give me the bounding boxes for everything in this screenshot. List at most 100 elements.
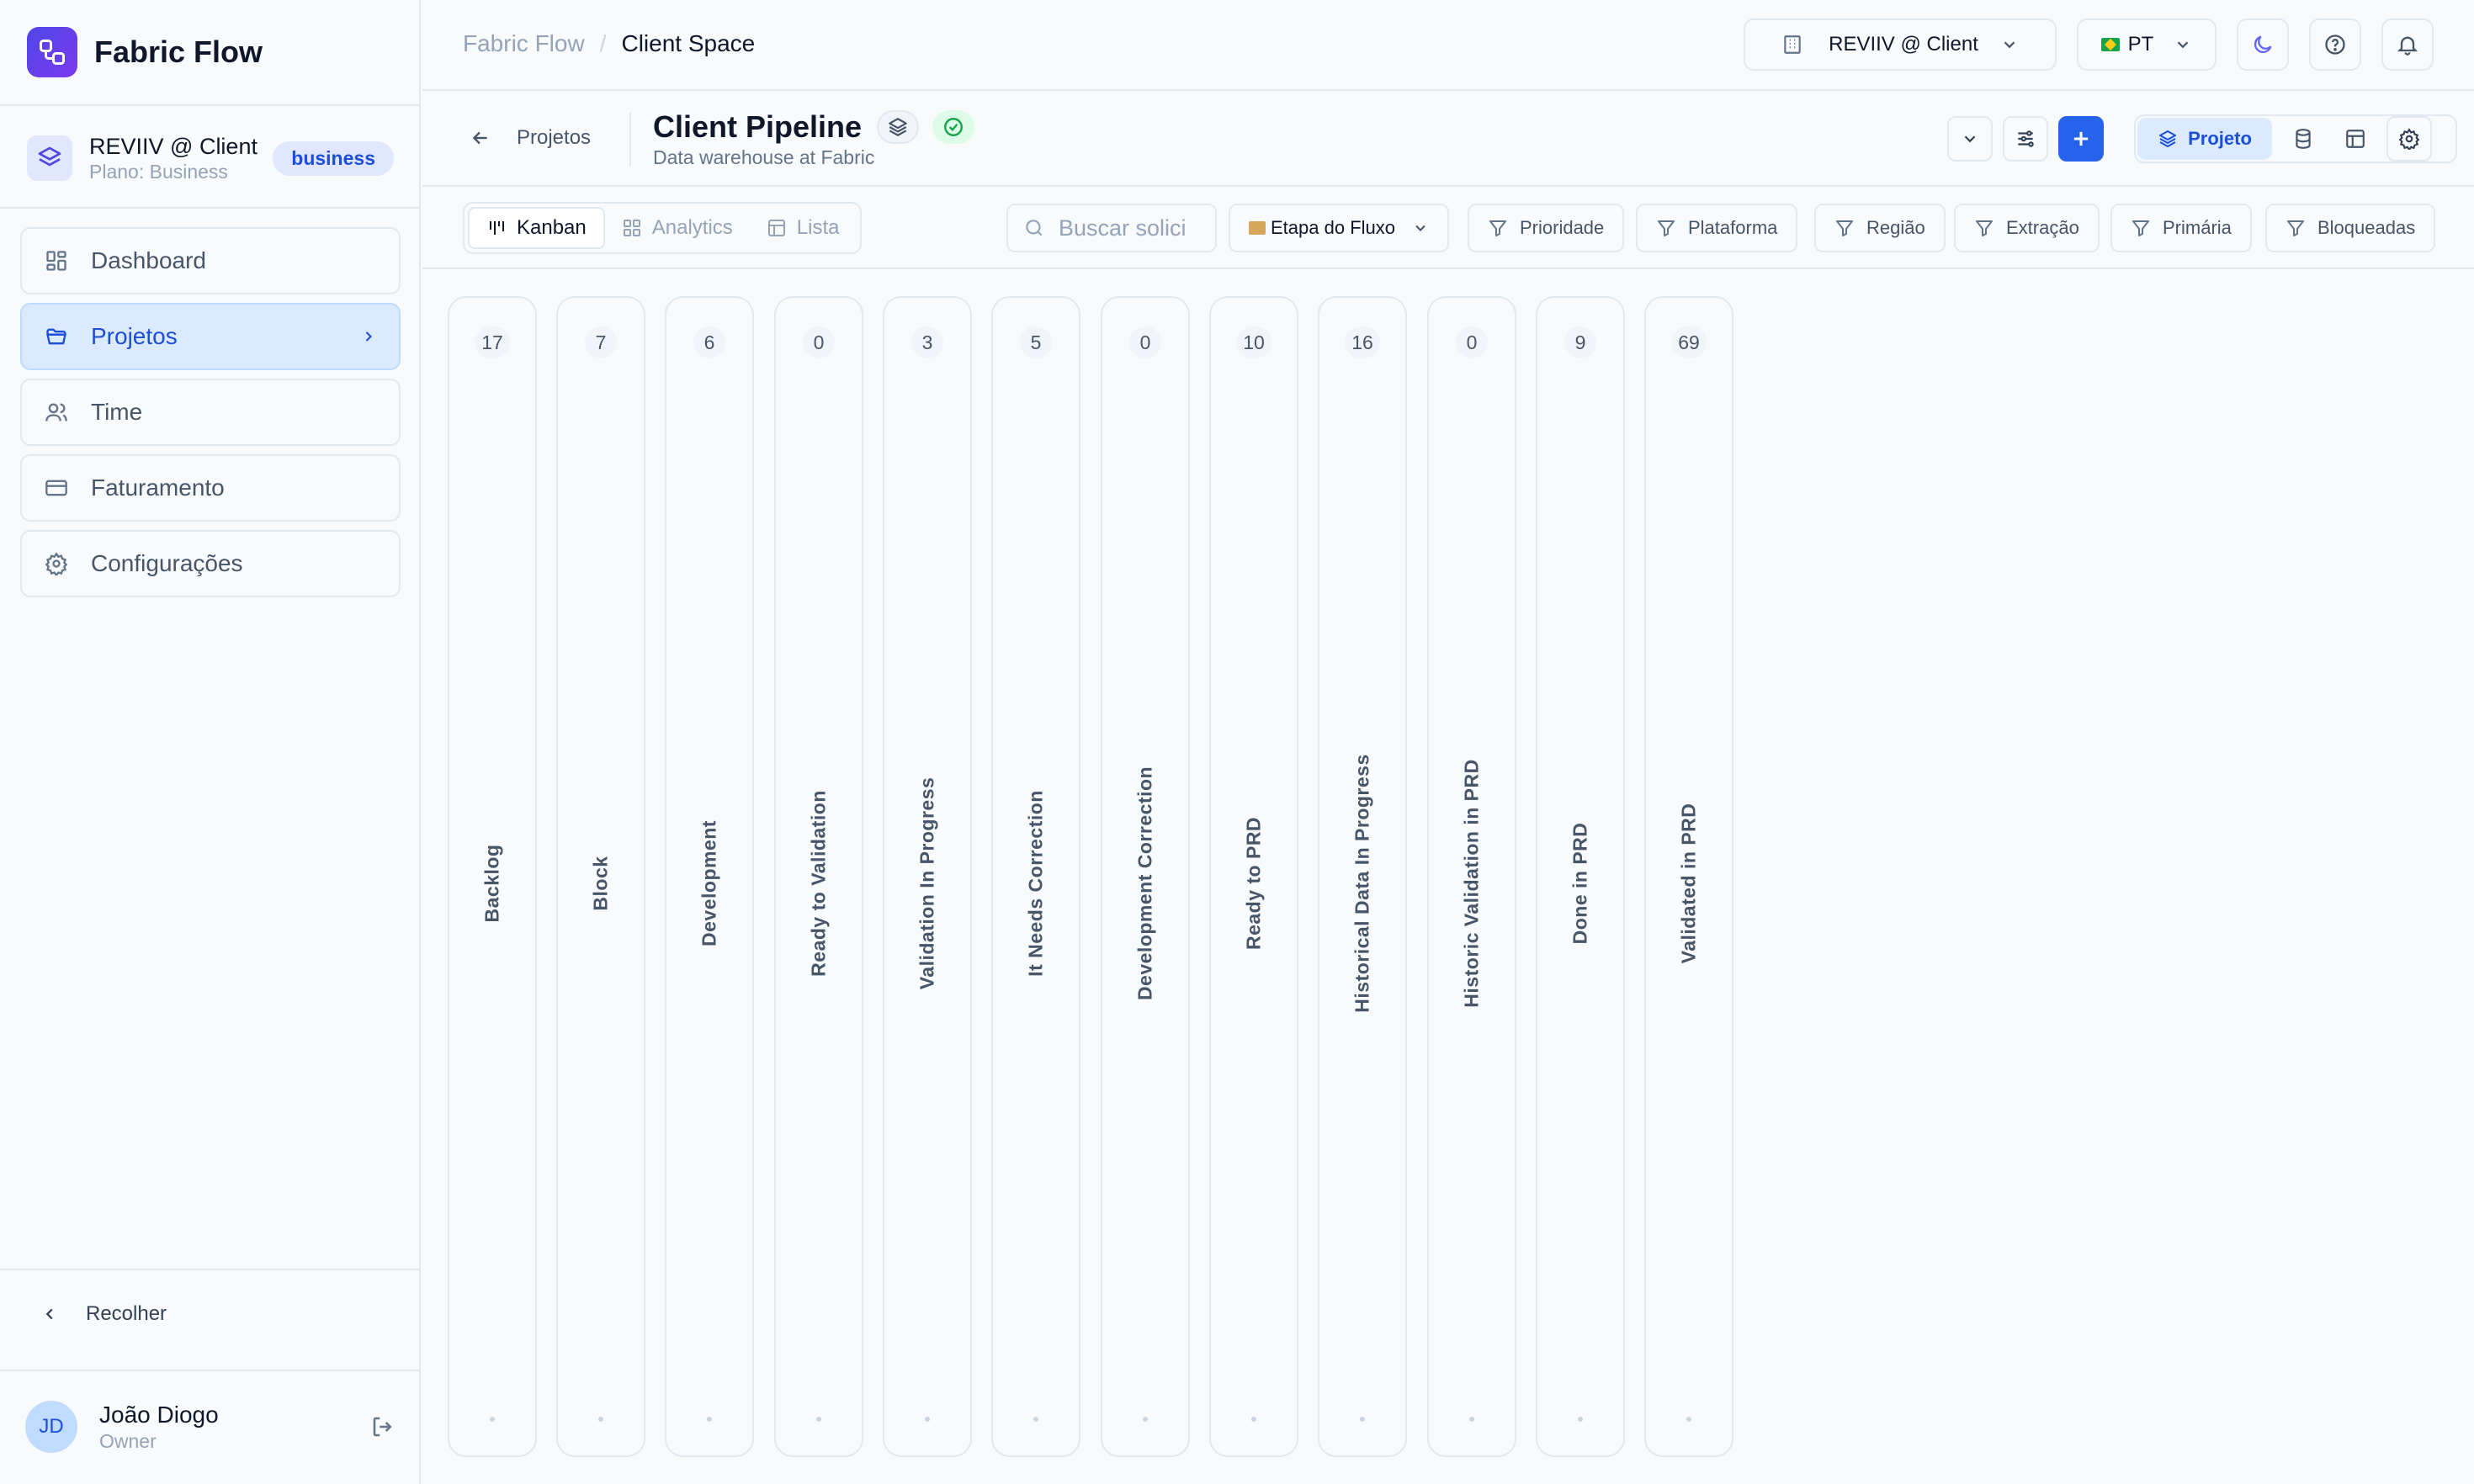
kanban-column-development[interactable]: 6 Development [665,296,754,1457]
chevron-right-icon [360,328,377,345]
help-circle-icon [2323,33,2347,56]
project-title-row: Client Pipeline [653,109,975,145]
kanban-column-ready-to-validation[interactable]: 0 Ready to Validation [774,296,863,1457]
column-title: Ready to Validation [807,790,830,977]
brand[interactable]: Fabric Flow [27,27,263,77]
stage-select[interactable]: Etapa do Fluxo [1229,204,1449,252]
project-header: Projetos Client Pipeline Data warehouse … [422,93,2474,187]
sidebar-item-label: Configurações [91,550,243,576]
column-count: 9 [1564,326,1596,358]
language-select[interactable]: PT [2077,19,2217,71]
sidebar-item-time[interactable]: Time [20,379,401,446]
collapse-label: Recolher [86,1302,167,1325]
filter-regiao-button[interactable]: Região [1814,204,1946,252]
sidebar-item-configuracoes[interactable]: Configurações [20,530,401,597]
column-title: Block [589,856,612,911]
adjustments-button[interactable] [2003,116,2048,162]
tab-analytics[interactable]: Analytics [605,207,750,249]
back-to-projects-button[interactable]: Projetos [470,126,591,150]
kanban-column-development-correction[interactable]: 0 Development Correction [1101,296,1190,1457]
dashboard-icon [44,248,69,273]
chevron-down-icon [1961,130,1979,148]
add-request-button[interactable] [2058,116,2104,162]
notifications-button[interactable] [2381,19,2434,71]
theme-toggle-button[interactable] [2237,19,2289,71]
filter-extracao-button[interactable]: Extração [1954,204,2100,252]
breadcrumb-root[interactable]: Fabric Flow [463,30,585,57]
help-button[interactable] [2309,19,2361,71]
logout-icon[interactable] [370,1414,396,1439]
chevron-left-icon [40,1305,59,1323]
column-handle [1469,1417,1474,1422]
stage-select-value: Etapa do Fluxo [1271,217,1395,238]
kanban-column-done-in-prd[interactable]: 9 Done in PRD [1536,296,1625,1457]
chevron-down-icon [2174,35,2192,54]
project-settings-button[interactable] [2386,116,2432,162]
kanban-column-it-needs-correction[interactable]: 5 It Needs Correction [991,296,1080,1457]
filter-label: Prioridade [1520,217,1605,238]
tab-label: Analytics [651,216,733,239]
column-handle [490,1417,495,1422]
tab-kanban[interactable]: Kanban [468,207,605,249]
view-mode-projeto[interactable]: Projeto [2137,118,2272,160]
tab-label: Kanban [517,216,587,239]
column-handle [1033,1417,1038,1422]
collapse-sidebar-button[interactable]: Recolher [40,1302,167,1326]
user-profile[interactable]: JD João Diogo Owner [25,1400,396,1454]
sidebar-item-label: Time [91,399,143,425]
view-mode-label: Projeto [2188,128,2252,149]
building-icon [1781,34,1803,56]
filter-label: Extração [2006,217,2079,238]
column-title: Historical Data In Progress [1351,754,1373,1013]
search-box [1006,204,1217,252]
workspace-card[interactable]: REVIIV @ Client Plano: Business business [27,133,394,183]
sidebar-item-faturamento[interactable]: Faturamento [20,454,401,522]
tab-label: Lista [796,216,840,239]
view-tabs: Kanban Analytics Lista [463,202,862,254]
sidebar-item-dashboard[interactable]: Dashboard [20,227,401,294]
avatar: JD [25,1401,77,1453]
column-count: 0 [1456,326,1488,358]
filter-icon [1834,218,1855,238]
column-count: 3 [911,326,943,358]
table-icon [767,218,787,238]
breadcrumb-current: Client Space [621,30,756,56]
filter-icon [1656,218,1676,238]
language-select-value: PT [2127,33,2154,56]
chevron-down-icon [1412,220,1429,236]
filter-icon [1974,218,1994,238]
tab-lista[interactable]: Lista [750,207,857,249]
filter-bloqueadas-button[interactable]: Bloqueadas [2265,204,2436,252]
column-count: 5 [1020,326,1052,358]
sidebar-nav: Dashboard Projetos Time Faturamento Conf… [20,227,401,606]
column-handle [925,1417,930,1422]
sidebar-item-projetos[interactable]: Projetos [20,303,401,370]
filter-plataforma-button[interactable]: Plataforma [1636,204,1798,252]
kanban-column-historic-validation-in-prd[interactable]: 0 Historic Validation in PRD [1427,296,1516,1457]
column-handle [816,1417,821,1422]
moon-icon [2251,33,2275,56]
filter-primaria-button[interactable]: Primária [2110,204,2252,252]
column-count: 6 [693,326,725,358]
filter-icon [1488,218,1508,238]
workspace-select[interactable]: REVIIV @ Client [1744,19,2057,71]
expand-options-button[interactable] [1947,116,1993,162]
view-mode-table[interactable] [2331,118,2380,160]
kanban-column-historical-data-in-progress[interactable]: 16 Historical Data In Progress [1318,296,1407,1457]
column-handle [707,1417,712,1422]
column-handle [598,1417,603,1422]
page-title: Client Pipeline [653,109,863,144]
back-label: Projetos [517,126,592,149]
database-icon [2292,128,2314,150]
search-input[interactable] [1059,215,1210,241]
workspace-plan: Plano: Business [89,161,228,183]
plan-badge: business [273,140,394,176]
kanban-column-ready-to-prd[interactable]: 10 Ready to PRD [1209,296,1298,1457]
kanban-column-block[interactable]: 7 Block [556,296,645,1457]
filter-prioridade-button[interactable]: Prioridade [1468,204,1625,252]
view-mode-database[interactable] [2279,118,2328,160]
kanban-column-backlog[interactable]: 17 Backlog [448,296,537,1457]
kanban-column-validated-in-prd[interactable]: 69 Validated in PRD [1644,296,1733,1457]
kanban-column-validation-in-progress[interactable]: 3 Validation In Progress [883,296,972,1457]
column-title: Done in PRD [1569,822,1591,945]
